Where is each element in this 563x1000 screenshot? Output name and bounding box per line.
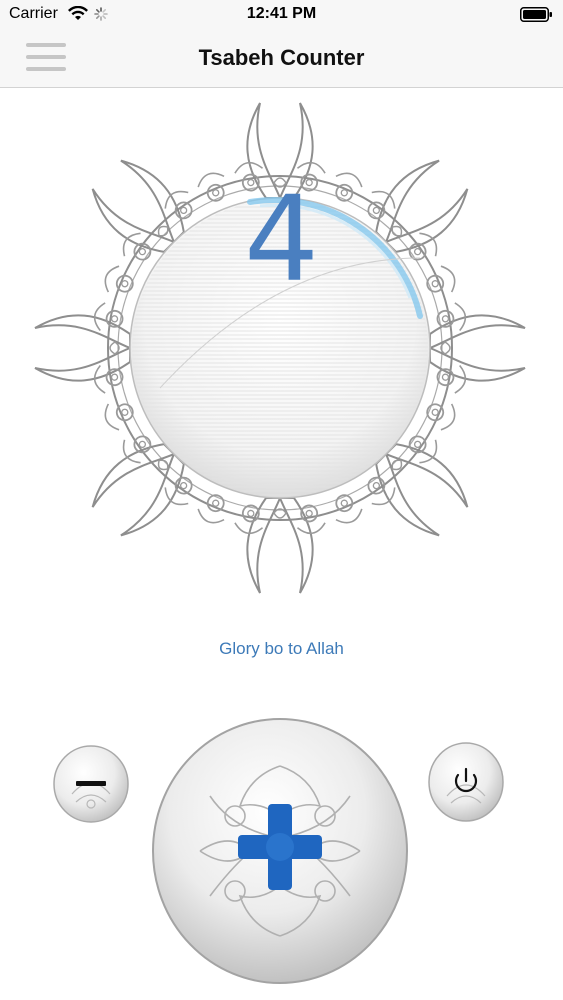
status-bar: Carrier 12:41 PM: [0, 0, 563, 30]
page-title: Tsabeh Counter: [198, 45, 365, 70]
increment-button[interactable]: [150, 716, 410, 986]
battery-icon: [520, 7, 553, 27]
reset-button[interactable]: [427, 741, 505, 823]
status-time: 12:41 PM: [246, 5, 317, 22]
counter-value: 4: [243, 170, 320, 308]
decrement-button[interactable]: [52, 744, 130, 824]
app-screen: Carrier 12:41 PM Tsabeh Counter 4 Glory …: [0, 0, 563, 1000]
dhikr-phrase: Glory bo to Allah: [219, 639, 344, 658]
minus-icon: [76, 781, 106, 786]
navigation-bar: Tsabeh Counter: [0, 30, 563, 88]
